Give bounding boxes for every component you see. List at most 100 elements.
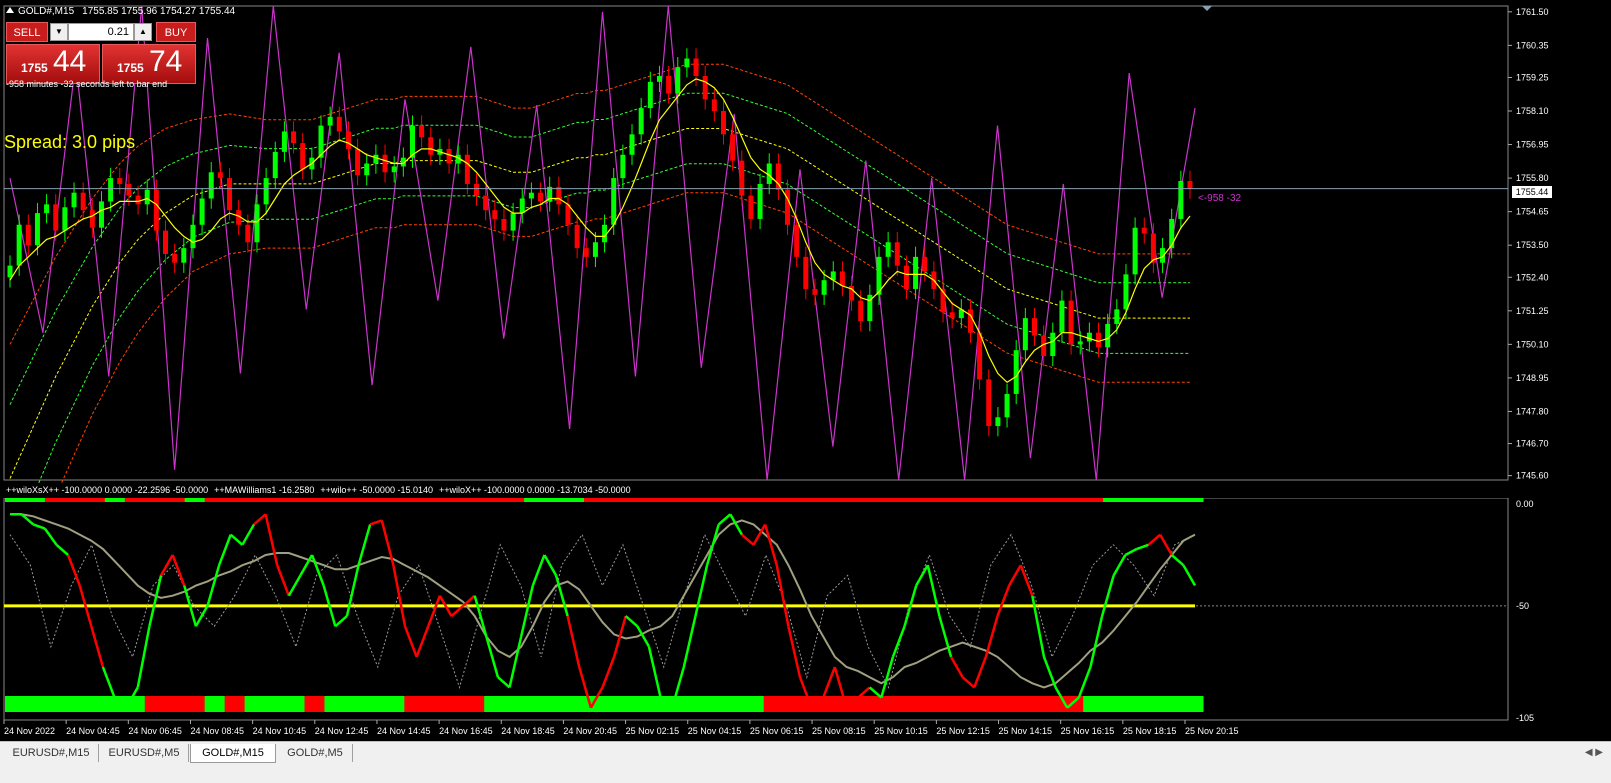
tab-gold-m15[interactable]: GOLD#,M15 [190,744,276,763]
spread-label: Spread: 3.0 pips [4,132,136,152]
indicator-legend: ++wiloXsX++ -100.0000 0.0000 -22.2596 -5… [6,485,637,495]
bottom-signal-segment [604,696,625,712]
time-axis-label: 24 Nov 10:45 [253,726,307,736]
candle-body [1096,332,1102,348]
candle-body [949,312,955,319]
price-axis-label: 1745.60 [1516,471,1549,481]
price-axis-label: 1747.80 [1516,406,1549,416]
price-axis-label: 1760.35 [1516,40,1549,50]
candle-body [98,201,104,228]
candle-body [510,213,516,231]
bottom-signal-segment [983,696,1004,712]
sell-quote[interactable]: 1755 44 [6,44,100,84]
bottom-signal-segment [1023,696,1044,712]
candle-body [794,224,800,257]
top-signal-segment [304,498,325,502]
candle-body [34,213,40,246]
price-axis-label: 1755.80 [1516,173,1549,183]
top-signal-segment [1043,498,1064,502]
price-axis-label: 1756.95 [1516,140,1549,150]
collapse-triangle-icon[interactable] [6,7,14,13]
top-signal-segment [484,498,505,502]
bottom-signal-segment [743,696,765,712]
candle-body [620,154,626,179]
top-signal-segment [504,498,525,502]
candle-body [172,253,178,263]
tab-eurusd-m15[interactable]: EURUSD#,M15 [4,744,99,762]
top-signal-segment [144,498,166,502]
candle-body [254,204,260,243]
candle-body [71,192,77,208]
lot-size-input[interactable]: 0.21 [68,23,134,41]
candle-body [821,280,827,295]
candle-body [373,154,379,164]
top-signal-segment [424,498,445,502]
top-signal-segment [1123,498,1144,502]
candle-body [144,189,150,205]
lot-down-arrow-icon[interactable]: ▼ [50,23,68,41]
time-axis-label: 25 Nov 08:15 [812,726,866,736]
legend-wiloxsx: ++wiloXsX++ -100.0000 0.0000 -22.2596 -5… [6,485,209,495]
legend-wilo: ++wilo++ -50.0000 -15.0140 [320,485,433,495]
indicator-axis-label: 0.00 [1516,499,1534,509]
top-signal-segment [604,498,625,502]
bottom-signal-segment [24,696,46,712]
top-signal-segment [1163,498,1184,502]
top-signal-segment [883,498,904,502]
candle-body [995,417,1001,427]
price-chart[interactable]: 1761.50 1760.35 1759.25 1758.10 1756.95 1755.… [0,0,1611,483]
time-axis-label: 24 Nov 20:45 [563,726,617,736]
chart-tabs: EURUSD#,M15 EURUSD#,M5 GOLD#,M15 GOLD#,M… [0,741,1611,764]
candle-body [812,288,818,295]
top-signal-segment [823,498,845,502]
bottom-signal-segment [484,696,505,712]
indicator-chart[interactable]: 0.00 -50 -105 24 Nov 2022 24 Nov 04:45 24 Nov… [0,498,1611,741]
one-click-trading-panel: SELL ▼ 0.21 ▲ BUY 1755 44 1755 74 [6,22,196,84]
buy-quote[interactable]: 1755 74 [102,44,196,84]
candle-body [391,166,397,173]
candle-body [986,379,992,427]
candle-body [1169,218,1175,249]
top-signal-segment [1063,498,1084,502]
top-signal-segment [623,498,645,502]
top-signal-segment [224,498,246,502]
sell-button[interactable]: SELL [6,22,48,42]
tab-eurusd-m5[interactable]: EURUSD#,M5 [100,744,189,762]
time-axis-label: 25 Nov 16:15 [1061,726,1115,736]
candle-body [153,189,159,231]
bottom-signal-segment [1123,696,1144,712]
candle-body [839,271,845,287]
candle-body [757,183,763,219]
candle-body [300,143,306,170]
bottom-signal-segment [144,696,166,712]
bottom-signal-segment [444,696,465,712]
bottom-signal-segment [264,696,286,712]
candle-body [199,198,205,225]
bottom-signal-segment [364,696,385,712]
candle-body [647,81,653,109]
bottom-signal-segment [703,696,725,712]
bottom-signal-segment [524,696,545,712]
bottom-signal-segment [44,696,66,712]
top-signal-segment [184,498,206,502]
price-axis-label: 1761.50 [1516,7,1549,17]
candle-body [89,210,95,228]
candle-body [263,178,269,205]
top-signal-segment [943,498,964,502]
price-axis-label: 1754.65 [1516,207,1549,217]
candle-body [53,204,59,231]
time-axis-label: 24 Nov 08:45 [190,726,244,736]
candle-body [1187,181,1193,189]
candle-body [1132,227,1138,275]
time-axis-label: 24 Nov 04:45 [66,726,120,736]
candle-body [181,248,187,263]
buy-button[interactable]: BUY [156,22,196,42]
top-signal-segment [24,498,46,502]
tab-gold-m5[interactable]: GOLD#,M5 [278,744,353,762]
candle-body [474,183,480,196]
sell-price-big: 44 [53,45,87,78]
lot-up-arrow-icon[interactable]: ▲ [134,23,152,41]
tab-scroll-arrows-icon[interactable]: ◀ ▶ [1585,742,1603,764]
bottom-signal-segment [64,696,86,712]
bottom-signal-segment [723,696,745,712]
